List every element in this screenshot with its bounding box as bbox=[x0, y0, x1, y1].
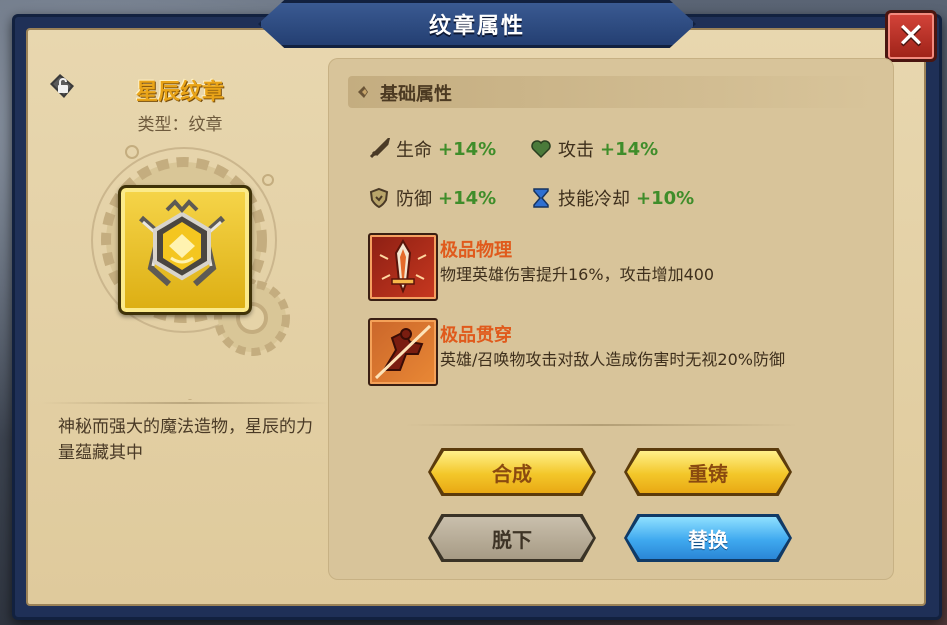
skill-icon-physical[interactable] bbox=[368, 233, 438, 301]
emblem-type: 类型：纹章 bbox=[137, 115, 223, 135]
stat-cooldown: 技能冷却 +10% bbox=[530, 185, 694, 211]
sword-icon bbox=[369, 138, 390, 159]
stat-name: 攻击 bbox=[558, 140, 594, 161]
stat-name: 技能冷却 bbox=[558, 189, 630, 210]
star-crest-icon bbox=[139, 199, 225, 287]
skill-title: 极品物理 bbox=[440, 240, 512, 261]
stat-attack: 攻击 +14% bbox=[530, 136, 658, 162]
emblem-icon[interactable] bbox=[118, 185, 252, 315]
button-label: 脱下 bbox=[431, 517, 593, 559]
emblem-name: 星辰纹章 bbox=[135, 80, 224, 105]
emblem-description: 神秘而强大的魔法造物，星辰的力量蕴藏其中 bbox=[58, 417, 313, 463]
skill-description: 物理英雄伤害提升16%，攻击增加400 bbox=[440, 265, 715, 284]
heart-icon bbox=[531, 140, 551, 159]
shield-icon bbox=[369, 187, 389, 209]
stat-name: 生命 bbox=[396, 140, 432, 161]
stat-value: +10% bbox=[636, 187, 695, 209]
section-title: 基础属性 bbox=[380, 84, 452, 105]
close-button[interactable]: ✕ bbox=[885, 10, 937, 62]
stat-hp: 生命 +14% bbox=[368, 136, 496, 162]
stat-name: 防御 bbox=[396, 189, 432, 210]
pierce-icon bbox=[370, 320, 436, 384]
stat-value: +14% bbox=[438, 138, 497, 160]
left-divider bbox=[40, 402, 330, 404]
button-label: 合成 bbox=[431, 451, 593, 493]
skill-icon-pierce[interactable] bbox=[368, 318, 438, 386]
recast-button[interactable]: 重铸 bbox=[624, 448, 792, 496]
skill-description: 英雄/召唤物攻击对敌人造成伤害时无视20%防御 bbox=[440, 350, 785, 369]
sword-burst-icon bbox=[379, 239, 427, 294]
stat-value: +14% bbox=[600, 138, 659, 160]
diamond-arrow-icon bbox=[358, 86, 368, 98]
hourglass-icon bbox=[533, 188, 549, 208]
skill-title: 极品贯穿 bbox=[440, 325, 512, 346]
dialog-title: 纹章属性 bbox=[258, 0, 696, 48]
unequip-button[interactable]: 脱下 bbox=[428, 514, 596, 562]
button-label: 替换 bbox=[627, 517, 789, 559]
stat-value: +14% bbox=[438, 187, 497, 209]
close-icon: ✕ bbox=[896, 16, 926, 56]
button-label: 重铸 bbox=[627, 451, 789, 493]
synthesize-button[interactable]: 合成 bbox=[428, 448, 596, 496]
replace-button[interactable]: 替换 bbox=[624, 514, 792, 562]
unlock-icon[interactable] bbox=[44, 70, 78, 104]
right-divider bbox=[404, 424, 798, 426]
stat-defense: 防御 +14% bbox=[368, 185, 496, 211]
